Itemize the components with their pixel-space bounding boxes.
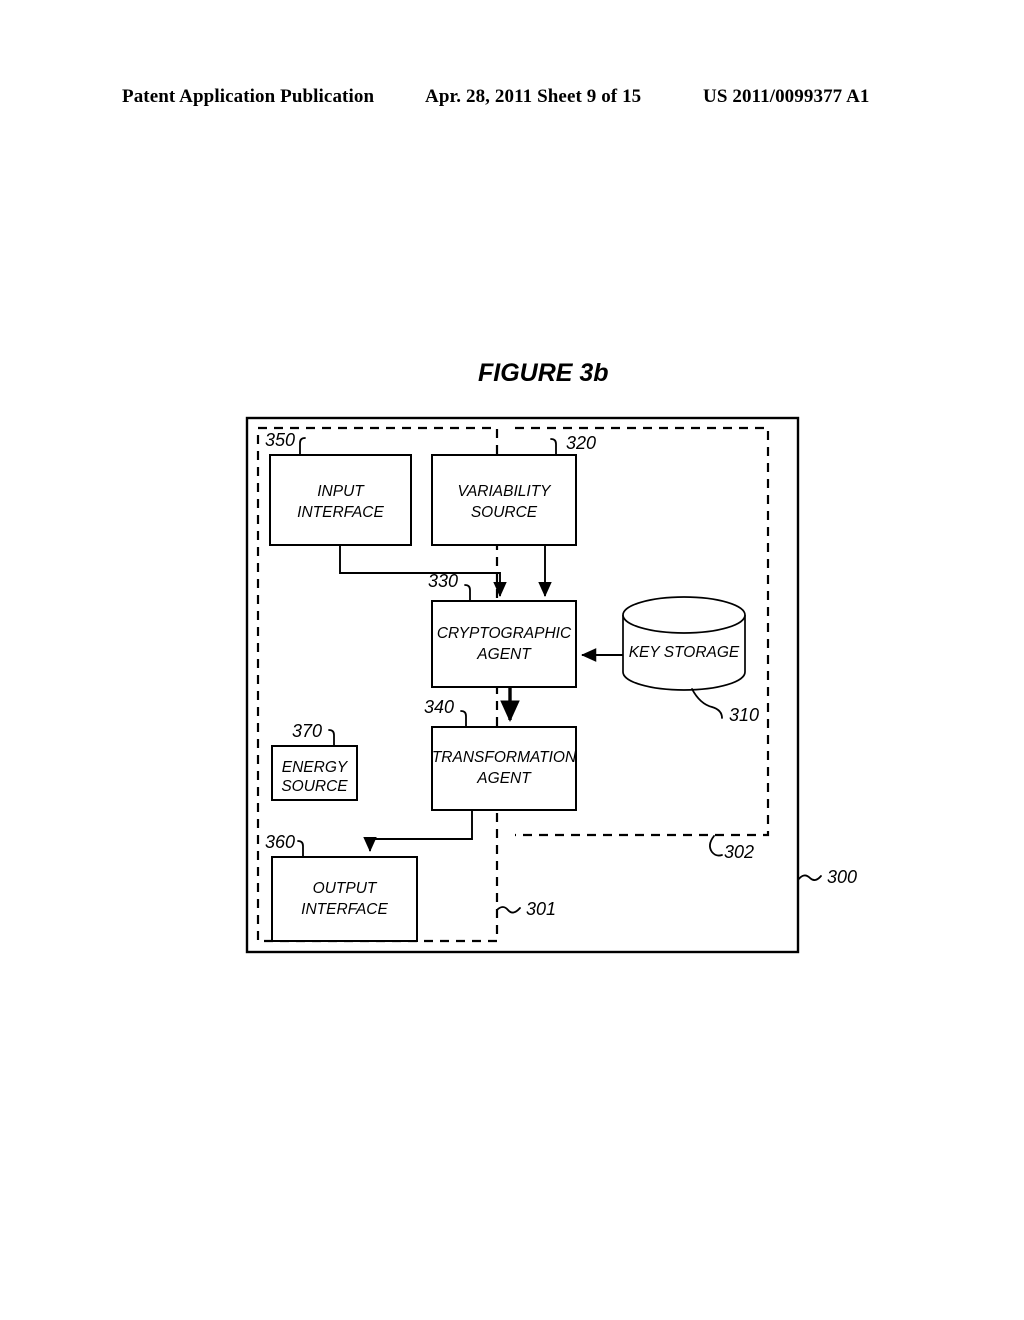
input-interface-label-line1: INPUT	[317, 483, 365, 500]
output-interface-box	[271, 856, 418, 942]
output-interface-label-line2: INTERFACE	[301, 901, 388, 918]
energy-source-node: ENERGY SOURCE	[271, 745, 358, 801]
variability-source-box	[431, 454, 577, 546]
transformation-agent-label-line2: AGENT	[476, 770, 532, 787]
ref-number-310: 310	[729, 705, 759, 725]
leader-340	[460, 710, 467, 728]
ref-number-330: 330	[428, 571, 458, 591]
connector-transformation-to-output	[363, 810, 473, 852]
leader-350	[299, 437, 306, 456]
leader-301	[496, 906, 521, 914]
leader-370	[328, 729, 335, 747]
cryptographic-agent-node: CRYPTOGRAPHIC AGENT	[431, 600, 577, 688]
ref-number-360: 360	[265, 832, 295, 852]
ref-number-302: 302	[724, 842, 754, 862]
energy-source-label-line2: SOURCE	[281, 778, 348, 795]
leader-330	[464, 584, 471, 602]
transformation-agent-node: TRANSFORMATION AGENT	[431, 726, 577, 811]
key-storage-node: KEY STORAGE	[622, 596, 746, 691]
input-interface-label-line2: INTERFACE	[297, 504, 384, 521]
leader-320	[550, 438, 557, 456]
cryptographic-agent-label-line2: AGENT	[476, 646, 532, 663]
ref-number-300: 300	[827, 867, 857, 887]
figure-title: FIGURE 3b	[478, 359, 609, 387]
energy-source-label-line1: ENERGY	[282, 759, 349, 776]
transformation-agent-label-line1: TRANSFORMATION	[432, 749, 577, 766]
output-interface-node: OUTPUT INTERFACE	[271, 856, 418, 942]
ref-number-350: 350	[265, 430, 295, 450]
variability-source-label-line2: SOURCE	[471, 504, 538, 521]
variability-source-node: VARIABILITY SOURCE	[431, 454, 577, 546]
leader-360	[297, 840, 304, 858]
cryptographic-agent-box	[431, 600, 577, 688]
ref-number-301: 301	[526, 899, 556, 919]
output-interface-label-line1: OUTPUT	[313, 880, 378, 897]
ref-number-370: 370	[292, 721, 322, 741]
transformation-agent-box	[431, 726, 577, 811]
key-storage-label: KEY STORAGE	[629, 644, 740, 661]
key-storage-cylinder-top	[622, 596, 746, 634]
cryptographic-agent-label-line1: CRYPTOGRAPHIC	[437, 625, 572, 642]
patent-figure: FIGURE 3b INPUT INTERFACE 350 VARIABILIT…	[0, 0, 1024, 1320]
connector-input-to-crypto	[339, 545, 507, 597]
leader-302	[709, 835, 723, 857]
leader-310	[691, 688, 723, 719]
ref-number-320: 320	[566, 433, 596, 453]
leader-300	[797, 874, 822, 881]
input-interface-box	[269, 454, 412, 546]
variability-source-label-line1: VARIABILITY	[457, 483, 552, 500]
input-interface-node: INPUT INTERFACE	[269, 454, 412, 546]
ref-number-340: 340	[424, 697, 454, 717]
figure-canvas: FIGURE 3b INPUT INTERFACE 350 VARIABILIT…	[245, 359, 857, 954]
